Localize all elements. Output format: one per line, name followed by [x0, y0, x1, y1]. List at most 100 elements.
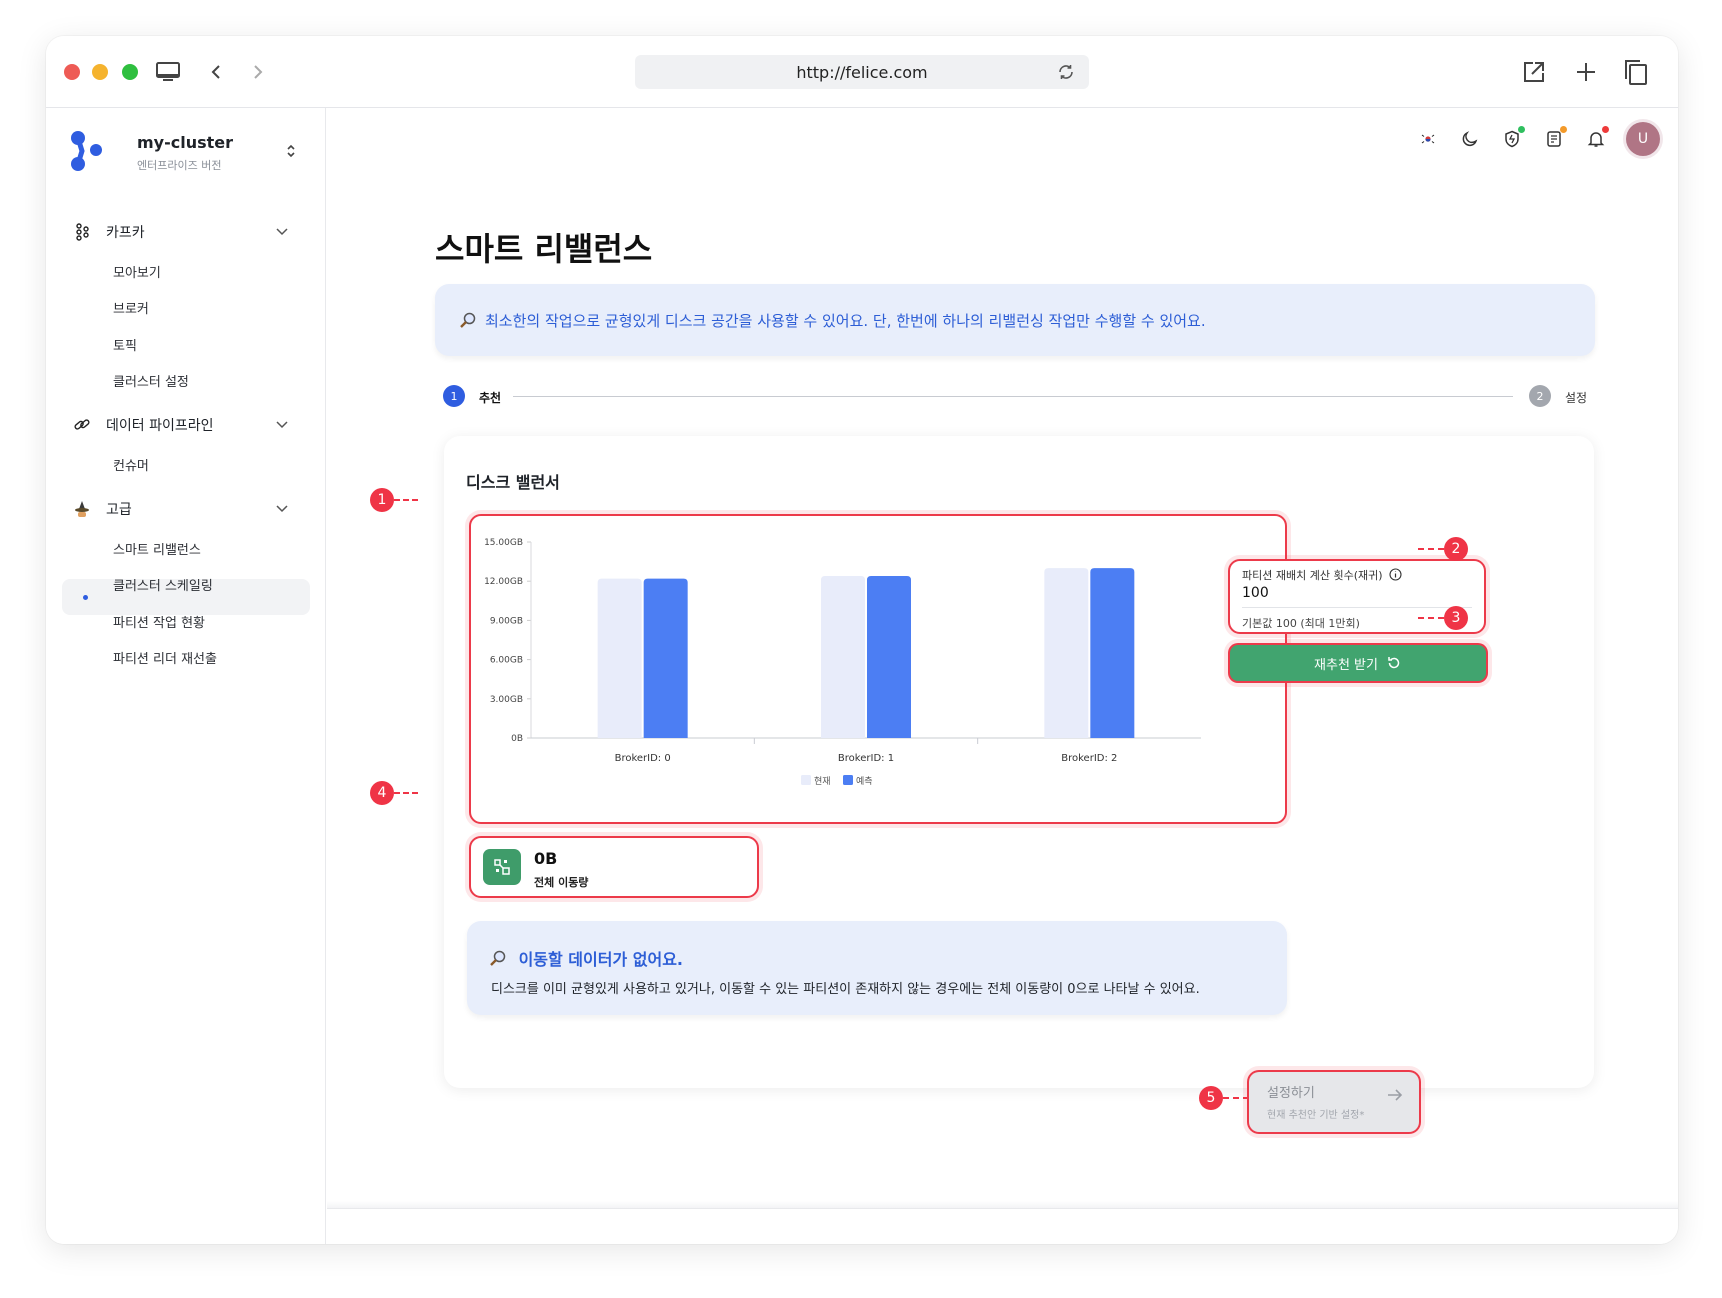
bar-predicted	[867, 575, 911, 738]
total-move-summary: 0B 전체 이동량	[469, 836, 759, 898]
step-label-settings[interactable]: 설정	[1565, 389, 1587, 406]
korea-flag-icon[interactable]	[1416, 127, 1440, 151]
sidebar-item-cluster-scaling[interactable]: 클러스터 스케일링	[113, 575, 213, 594]
chevron-down-icon[interactable]	[276, 502, 288, 516]
no-data-title: 이동할 데이터가 없어요.	[518, 950, 683, 969]
annotation-1: 1	[370, 488, 394, 512]
sidebar-item-partition-tasks[interactable]: 파티션 작업 현황	[113, 612, 205, 631]
annotation-5: 5	[1199, 1086, 1223, 1110]
step-number-2[interactable]: 2	[1529, 385, 1551, 407]
annotation-4: 4	[370, 781, 394, 805]
shield-icon[interactable]	[1500, 126, 1525, 151]
reload-icon[interactable]	[1057, 63, 1075, 85]
moon-icon[interactable]	[1458, 127, 1482, 151]
back-arrow-icon[interactable]	[202, 58, 230, 86]
chevron-down-icon[interactable]	[276, 225, 288, 239]
nav-group-data-pipeline[interactable]: 데이터 파이프라인	[72, 415, 214, 435]
y-tick-label: 15.00GB	[484, 538, 523, 548]
x-tick-label: BrokerID: 0	[615, 753, 671, 764]
nav-group-label: 고급	[106, 502, 132, 518]
avatar[interactable]: U	[1626, 122, 1660, 156]
copy-tabs-icon[interactable]	[1622, 58, 1650, 86]
info-banner: 최소한의 작업으로 균형있게 디스크 공간을 사용할 수 있어요. 단, 한번에…	[435, 284, 1595, 356]
url-text: http://felice.com	[796, 62, 928, 82]
bar-predicted	[1090, 568, 1135, 738]
info-circle-icon[interactable]	[1389, 568, 1402, 581]
legend-swatch	[801, 775, 811, 785]
go-to-settings-button[interactable]: 설정하기 현재 추천안 기반 설정*	[1249, 1072, 1419, 1132]
sidebar-item-cluster-settings[interactable]: 클러스터 설정	[113, 371, 189, 390]
bar-predicted	[643, 578, 688, 738]
y-tick-label: 0B	[511, 734, 523, 744]
x-tick-label: BrokerID: 1	[838, 753, 894, 764]
nav-group-label: 데이터 파이프라인	[106, 418, 214, 434]
open-external-icon[interactable]	[1520, 58, 1548, 86]
next-button-title: 설정하기	[1267, 1086, 1315, 1101]
re-recommend-button[interactable]: 재추천 받기	[1230, 645, 1486, 681]
cluster-switch-icon[interactable]	[286, 143, 296, 162]
cluster-name[interactable]: my-cluster	[137, 133, 233, 152]
total-move-label: 전체 이동량	[534, 876, 589, 889]
next-button-subtitle: 현재 추천안 기반 설정*	[1267, 1110, 1365, 1121]
notes-icon[interactable]	[1542, 126, 1567, 151]
bar-current	[597, 578, 642, 738]
legend-label: 현재	[814, 776, 831, 787]
magnifier-icon	[489, 949, 507, 967]
total-move-value: 0B	[534, 849, 558, 868]
active-indicator	[83, 595, 88, 600]
page-title: 스마트 리밸런스	[435, 230, 653, 268]
x-tick-label: BrokerID: 2	[1061, 753, 1117, 764]
sidebar-item-broker[interactable]: 브로커	[113, 298, 149, 317]
info-banner-text: 최소한의 작업으로 균형있게 디스크 공간을 사용할 수 있어요. 단, 한번에…	[485, 311, 1206, 330]
sidebar-item-smart-rebalance[interactable]: 스마트 리밸런스	[113, 539, 201, 558]
header-icons: U	[1416, 122, 1660, 156]
y-tick-label: 6.00GB	[490, 656, 523, 666]
chevron-down-icon[interactable]	[276, 418, 288, 432]
annotation-1-line	[394, 499, 418, 501]
annotation-3-line	[1418, 617, 1444, 619]
minimize-window-button[interactable]	[92, 64, 108, 80]
nav-group-label: 카프카	[106, 225, 145, 241]
bar-current	[1044, 568, 1089, 738]
nav-group-advanced[interactable]: 고급	[72, 499, 132, 519]
browser-titlebar: http://felice.com	[46, 36, 1678, 108]
sidebar-item-topic[interactable]: 토픽	[113, 335, 137, 354]
bar-current	[821, 575, 865, 738]
close-window-button[interactable]	[64, 64, 80, 80]
footer-divider	[327, 1201, 1678, 1208]
param-label-row: 파티션 재배치 계산 횟수(재귀)	[1242, 567, 1472, 583]
chart-svg: 0B 3.00GB 6.00GB 9.00GB 12.00GB 15.00GB Broker…	[484, 538, 1201, 787]
cluster-edition: 엔터프라이즈 버전	[137, 159, 222, 172]
annotation-2-line	[1418, 548, 1444, 550]
step-connector	[513, 396, 1513, 397]
forward-arrow-icon[interactable]	[244, 58, 272, 86]
y-tick-label: 12.00GB	[484, 577, 523, 587]
disk-usage-chart: 0B 3.00GB 6.00GB 9.00GB 12.00GB 15.00GB Broker…	[469, 514, 1287, 824]
monitor-icon[interactable]	[154, 58, 182, 86]
y-tick-label: 3.00GB	[490, 695, 523, 705]
browser-window: http://felice.com my-cluster 엔터프라이즈 버전 카…	[46, 36, 1678, 1244]
magnifier-icon	[459, 311, 477, 329]
sidebar: my-cluster 엔터프라이즈 버전 카프카 모아보기 브로커 토픽 클러스…	[46, 108, 326, 1244]
annotation-3: 3	[1444, 606, 1468, 630]
maximize-window-button[interactable]	[122, 64, 138, 80]
main-content: U 스마트 리밸런스 최소한의 작업으로 균형있게 디스크 공간을 사용할 수 …	[327, 108, 1678, 1244]
no-data-description: 디스크를 이미 균형있게 사용하고 있거나, 이동할 수 있는 파티션이 존재하…	[491, 982, 1200, 997]
step-label-recommend[interactable]: 추천	[479, 389, 501, 406]
step-number-1[interactable]: 1	[443, 385, 465, 407]
sidebar-item-consumer[interactable]: 컨슈머	[113, 455, 149, 474]
url-bar[interactable]: http://felice.com	[635, 55, 1089, 89]
new-tab-icon[interactable]	[1572, 58, 1600, 86]
nav-group-kafka[interactable]: 카프카	[72, 222, 145, 242]
bell-icon[interactable]	[1584, 126, 1609, 151]
y-tick-label: 9.00GB	[490, 616, 523, 626]
no-data-banner: 이동할 데이터가 없어요. 디스크를 이미 균형있게 사용하고 있거나, 이동할…	[467, 921, 1287, 1015]
card-title: 디스크 밸런서	[466, 473, 560, 492]
disk-balancer-card: 디스크 밸런서 0B 3.00GB 6.00GB 9.00GB 12.00GB 15.00…	[444, 436, 1594, 1088]
recursion-count-input[interactable]: 100	[1242, 585, 1472, 608]
sidebar-item-overview[interactable]: 모아보기	[113, 262, 161, 281]
re-recommend-label: 재추천 받기	[1314, 657, 1378, 673]
annotation-4-line	[394, 792, 418, 794]
stepper: 1 추천 2 설정	[435, 378, 1595, 414]
sidebar-item-leader-election[interactable]: 파티션 리더 재선출	[113, 648, 217, 667]
